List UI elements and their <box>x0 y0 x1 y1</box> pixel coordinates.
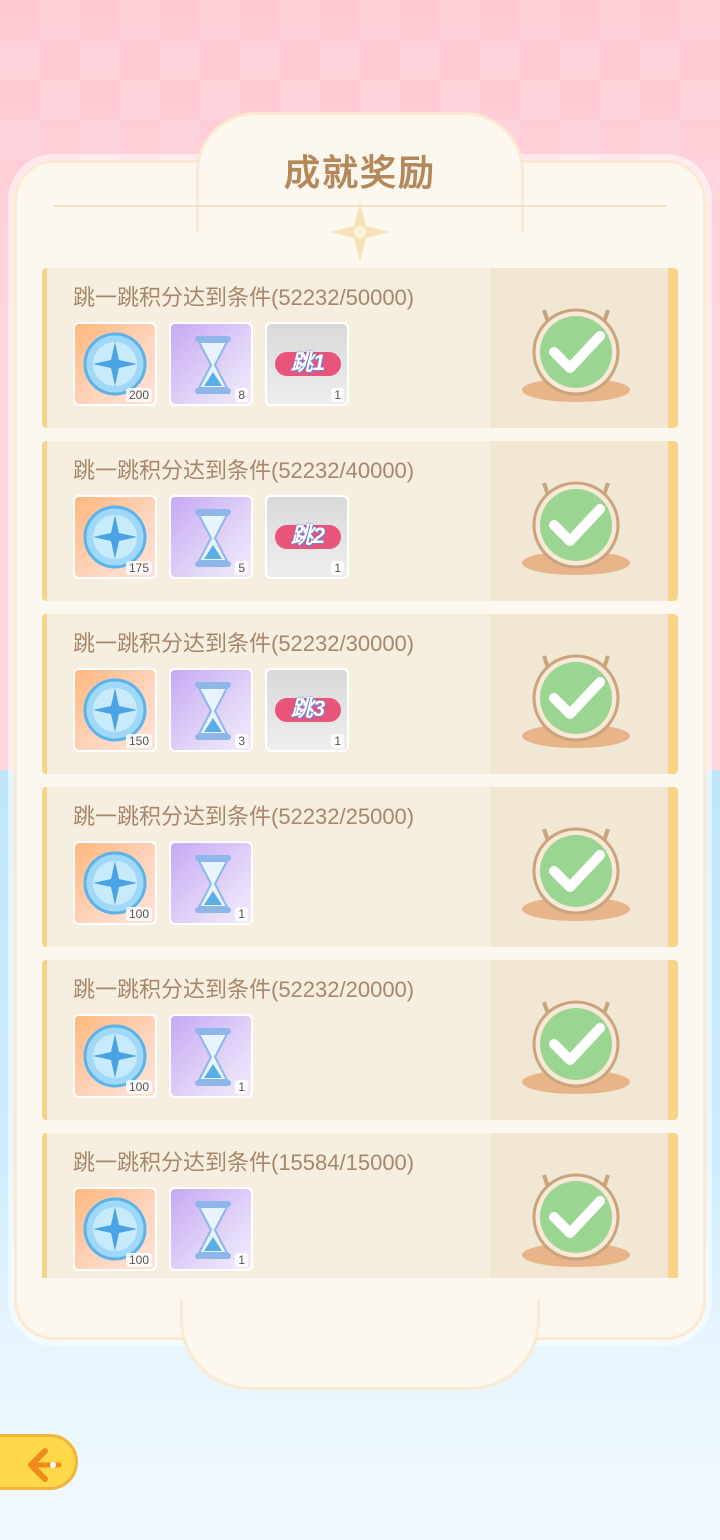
reward-items: 175 5 跳2 1 <box>73 495 349 579</box>
item-count: 1 <box>331 561 344 575</box>
item-count: 1 <box>235 907 248 921</box>
back-button[interactable] <box>0 1434 78 1490</box>
achievement-row: 跳一跳积分达到条件(52232/30000) 150 3 跳3 1 <box>42 614 678 774</box>
panel-bottom-hump <box>180 1300 540 1390</box>
check-badge-icon <box>522 308 630 402</box>
reward-title-tag[interactable]: 跳2 1 <box>265 495 349 579</box>
reward-hourglass[interactable]: 1 <box>169 841 253 925</box>
reward-hourglass[interactable]: 1 <box>169 1014 253 1098</box>
item-count: 175 <box>125 561 152 575</box>
item-count: 5 <box>235 561 248 575</box>
tag-label: 跳3 <box>275 698 341 722</box>
item-count: 3 <box>235 734 248 748</box>
achievement-condition: 跳一跳积分达到条件(52232/50000) <box>73 285 415 310</box>
reward-compass-coin[interactable]: 100 <box>73 841 157 925</box>
item-count: 1 <box>331 388 344 402</box>
reward-compass-coin[interactable]: 200 <box>73 322 157 406</box>
item-count: 100 <box>125 1253 152 1267</box>
reward-items: 100 1 <box>73 1187 253 1271</box>
reward-compass-coin[interactable]: 175 <box>73 495 157 579</box>
check-badge-icon <box>522 1173 630 1267</box>
item-count: 200 <box>125 388 152 402</box>
item-count: 1 <box>331 734 344 748</box>
reward-title-tag[interactable]: 跳3 1 <box>265 668 349 752</box>
achievement-condition: 跳一跳积分达到条件(52232/25000) <box>73 804 415 829</box>
reward-hourglass[interactable]: 1 <box>169 1187 253 1271</box>
check-badge-icon <box>522 1000 630 1094</box>
achievement-row: 跳一跳积分达到条件(52232/40000) 175 5 跳2 1 <box>42 441 678 601</box>
check-badge-icon <box>522 654 630 748</box>
item-count: 1 <box>235 1253 248 1267</box>
item-count: 100 <box>125 1080 152 1094</box>
achievement-condition: 跳一跳积分达到条件(52232/40000) <box>73 458 415 483</box>
back-arrow-icon <box>28 1448 62 1482</box>
reward-hourglass[interactable]: 8 <box>169 322 253 406</box>
star-ornament-icon <box>330 202 390 262</box>
reward-compass-coin[interactable]: 100 <box>73 1014 157 1098</box>
check-badge-icon <box>522 827 630 921</box>
tag-label: 跳2 <box>275 525 341 549</box>
achievement-condition: 跳一跳积分达到条件(52232/30000) <box>73 631 415 656</box>
reward-items: 150 3 跳3 1 <box>73 668 349 752</box>
achievement-row: 跳一跳积分达到条件(15584/15000) 100 1 <box>42 1133 678 1278</box>
item-count: 8 <box>235 388 248 402</box>
item-count: 1 <box>235 1080 248 1094</box>
achievement-row: 跳一跳积分达到条件(52232/25000) 100 1 <box>42 787 678 947</box>
achievement-row: 跳一跳积分达到条件(52232/50000) 200 8 跳1 1 <box>42 268 678 428</box>
item-count: 150 <box>125 734 152 748</box>
tag-label: 跳1 <box>275 352 341 376</box>
reward-compass-coin[interactable]: 150 <box>73 668 157 752</box>
achievement-row: 跳一跳积分达到条件(52232/20000) 100 1 <box>42 960 678 1120</box>
reward-items: 200 8 跳1 1 <box>73 322 349 406</box>
achievement-condition: 跳一跳积分达到条件(52232/20000) <box>73 977 415 1002</box>
reward-items: 100 1 <box>73 841 253 925</box>
reward-hourglass[interactable]: 5 <box>169 495 253 579</box>
reward-title-tag[interactable]: 跳1 1 <box>265 322 349 406</box>
achievement-condition: 跳一跳积分达到条件(15584/15000) <box>73 1150 415 1175</box>
achievement-list[interactable]: 跳一跳积分达到条件(52232/50000) 200 8 跳1 1 跳一跳积分达… <box>42 268 678 1278</box>
reward-hourglass[interactable]: 3 <box>169 668 253 752</box>
reward-compass-coin[interactable]: 100 <box>73 1187 157 1271</box>
page-title: 成就奖励 <box>283 152 436 193</box>
check-badge-icon <box>522 481 630 575</box>
reward-items: 100 1 <box>73 1014 253 1098</box>
item-count: 100 <box>125 907 152 921</box>
